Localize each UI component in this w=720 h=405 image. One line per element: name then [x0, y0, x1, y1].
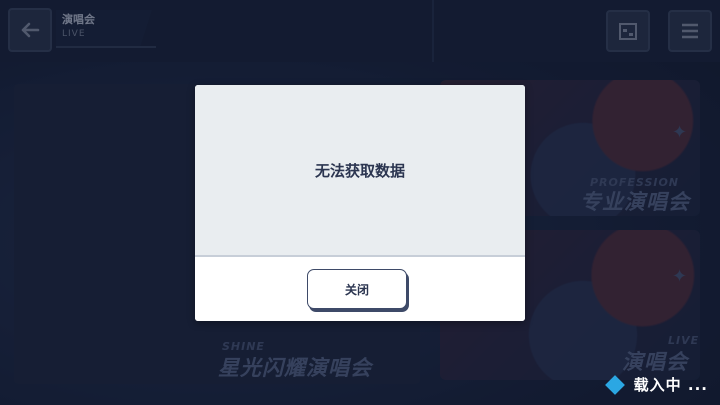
dialog-message: 无法获取数据: [314, 161, 405, 180]
dialog-footer: 关闭: [195, 259, 525, 321]
close-button[interactable]: 关闭: [307, 269, 407, 309]
diamond-icon: [604, 374, 625, 395]
error-dialog: 无法获取数据 关闭: [195, 85, 525, 321]
loading-indicator: 载入中 ...: [604, 374, 708, 395]
dialog-body: 无法获取数据: [195, 85, 525, 257]
loading-text: 载入中 ...: [633, 376, 708, 394]
